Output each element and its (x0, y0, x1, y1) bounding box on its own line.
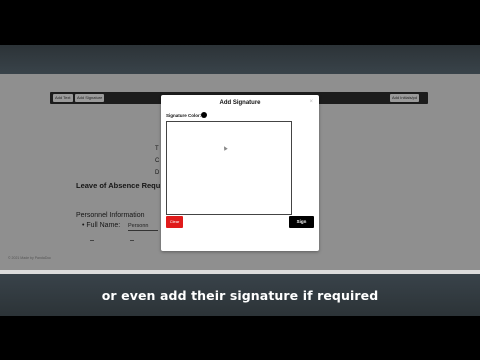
caption-text: or even add their signature if required (101, 287, 379, 303)
add-text-button[interactable]: Add Text (53, 94, 73, 102)
letterbox-top (0, 0, 480, 45)
footer-note: © 2021 Made by PandaDoc (8, 256, 52, 260)
doc-dash (90, 240, 94, 241)
full-name-label-text: Full Name: (86, 222, 121, 229)
doc-letter-c: C (155, 158, 160, 164)
close-icon[interactable]: × (309, 99, 313, 105)
section-heading: Personnel Information (76, 212, 145, 219)
cursor-icon (222, 145, 228, 151)
signature-canvas[interactable] (166, 121, 292, 215)
modal-title: Add Signature (219, 100, 261, 106)
signature-color-swatch[interactable] (201, 112, 207, 118)
document-title: Leave of Absence Requ (76, 181, 161, 190)
full-name-label: • Full Name: (82, 222, 121, 229)
add-signature-modal: Add Signature × Signature Color: Clear S… (161, 95, 319, 251)
letterbox-bottom (0, 316, 480, 360)
video-header-band (0, 45, 480, 74)
doc-dash (130, 240, 134, 241)
add-dates-fields-button[interactable]: Add Initials/pd (390, 94, 420, 102)
add-signature-button[interactable]: Add Signature (75, 94, 105, 102)
doc-letter-t: T (155, 146, 159, 152)
clear-button[interactable]: Clear (166, 216, 183, 228)
sign-button[interactable]: Sign (289, 216, 314, 228)
signature-color-label: Signature Color: (166, 113, 202, 118)
full-name-field[interactable]: Personn (128, 222, 158, 231)
doc-letter-d: D (155, 170, 160, 176)
caption-band: or even add their signature if required (0, 274, 480, 316)
